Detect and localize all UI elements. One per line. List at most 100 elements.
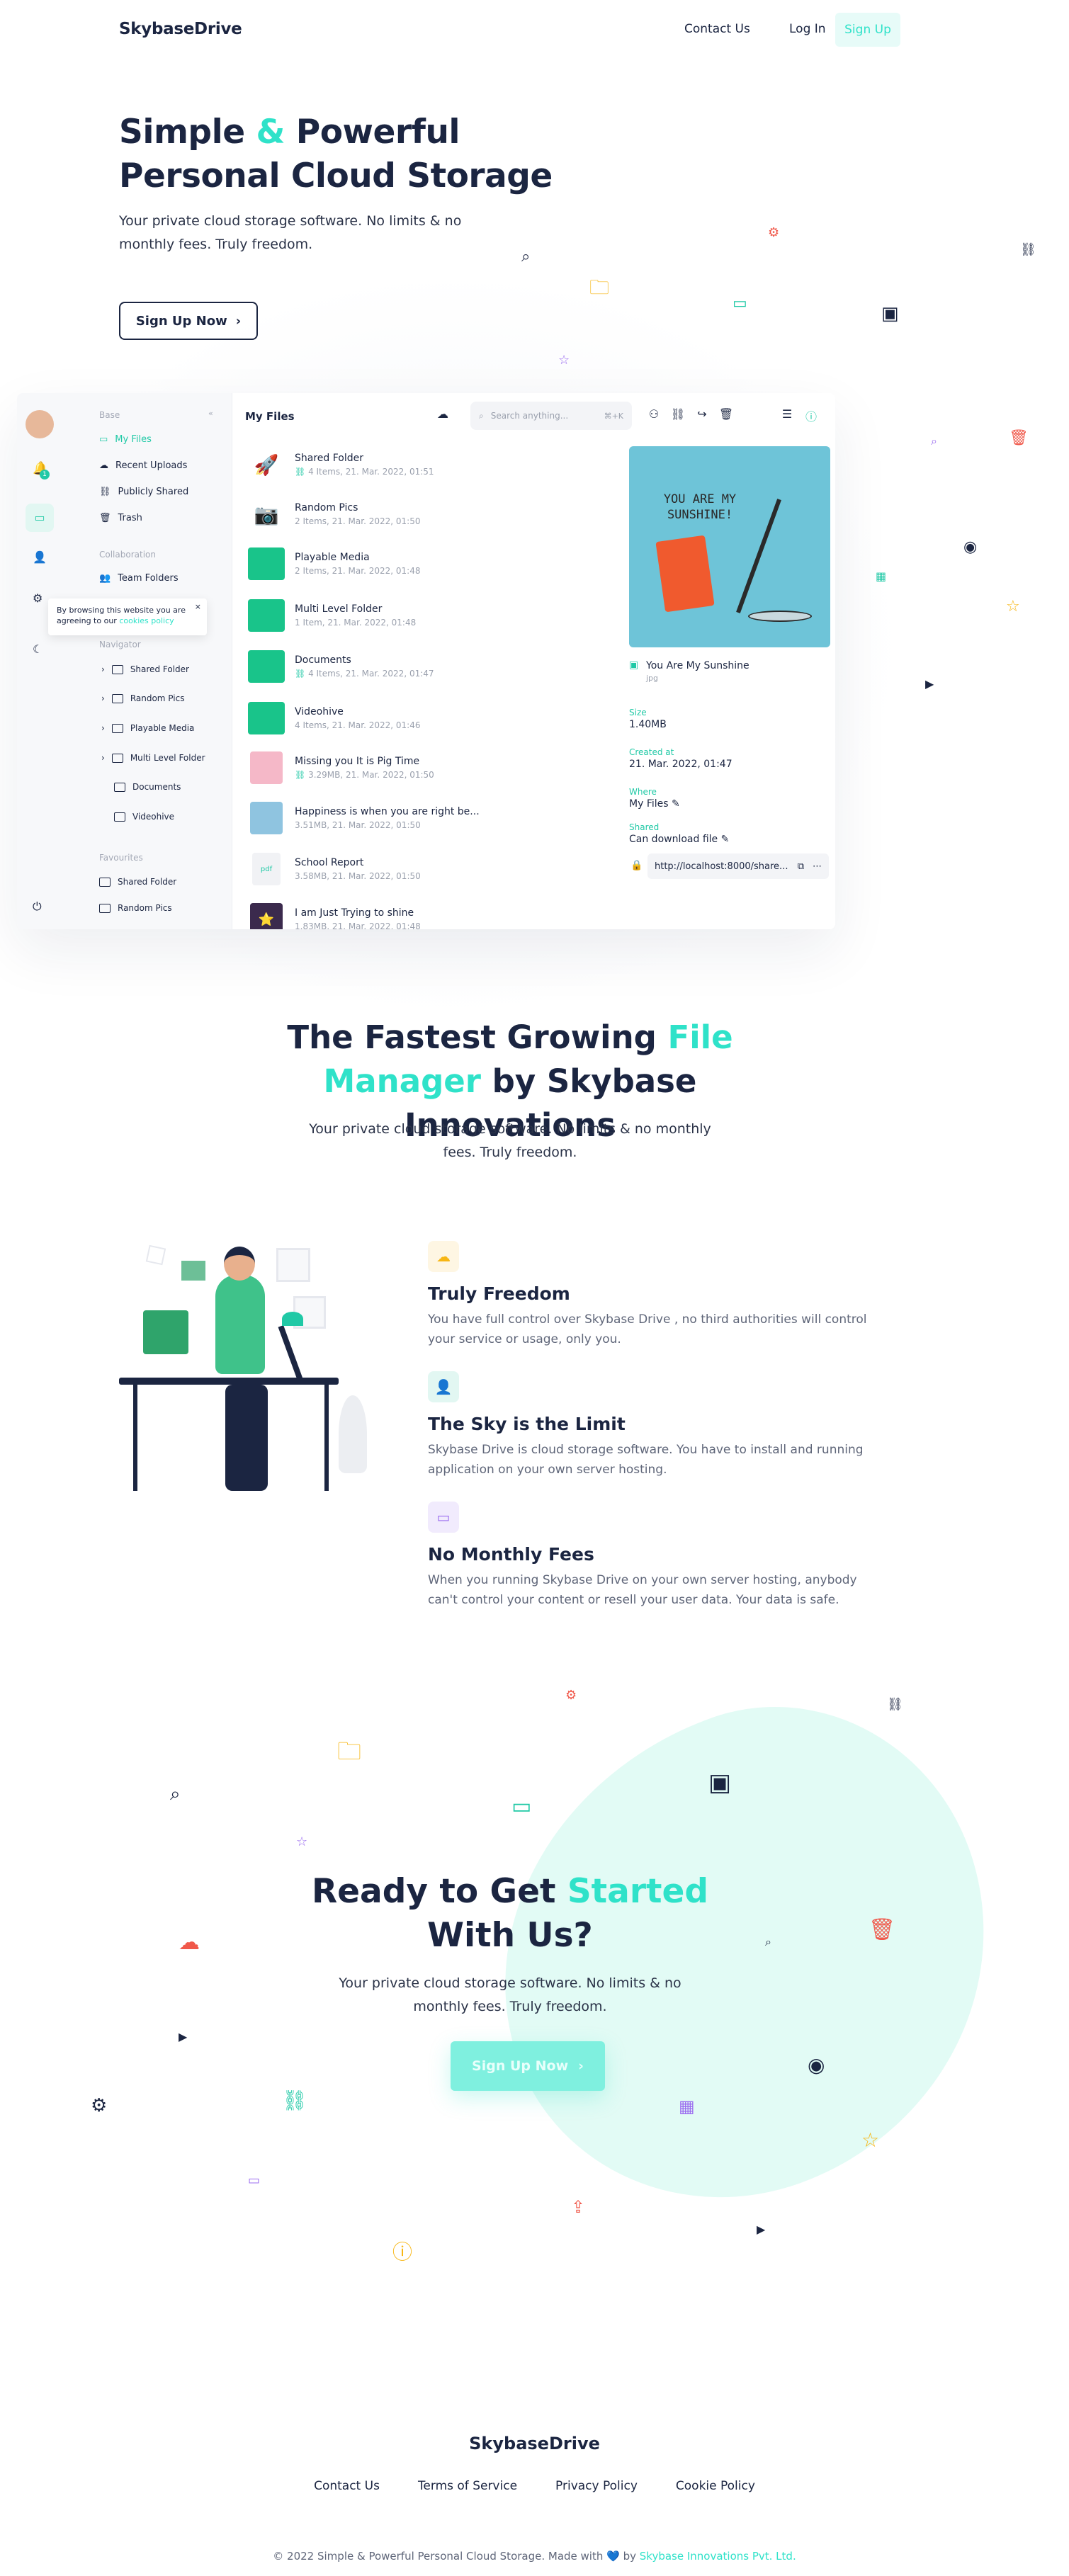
footer-link-terms[interactable]: Terms of Service [418, 2479, 517, 2493]
navigator-item-label: Multi Level Folder [130, 753, 205, 763]
image-thumb-icon [250, 802, 283, 834]
navigator-item[interactable]: › Shared Folder [101, 664, 189, 674]
image-thumb-icon: ⭐ [250, 903, 283, 929]
hero-title-part: Simple [119, 113, 256, 152]
footer-link-privacy[interactable]: Privacy Policy [555, 2479, 638, 2493]
navigator-item[interactable]: › Multi Level Folder [101, 753, 205, 763]
detail-file-ext: jpg [646, 674, 659, 683]
close-icon[interactable]: × [195, 601, 201, 612]
file-meta: 1.83MB, 21. Mar. 2022, 01:48 [295, 921, 421, 929]
heart-icon: 💙 [606, 2550, 620, 2563]
trash-icon: 🗑 [99, 513, 111, 523]
upload-cloud-icon: ☁ [99, 460, 108, 471]
feature-item: ☁ Truly Freedom You have full control ov… [428, 1241, 888, 1349]
gear-icon[interactable]: ⚙ [33, 591, 43, 605]
workspace-illustration [119, 1239, 381, 1494]
hero-signup-label: Sign Up Now [135, 313, 227, 329]
avatar[interactable] [26, 410, 54, 438]
file-meta: 1 Item, 21. Mar. 2022, 01:48 [295, 618, 417, 628]
footer-logo[interactable]: SkybaseDrive [0, 2434, 1069, 2453]
image-icon: ▣ [881, 303, 899, 324]
trash-icon: 🗑 [1009, 429, 1029, 447]
person-head [224, 1247, 255, 1281]
navigator-item[interactable]: Documents [114, 782, 181, 792]
image-icon: ▣ [708, 1769, 732, 1797]
sidebar-item-team-folders[interactable]: 👥 Team Folders [99, 573, 179, 584]
footer-link-contact[interactable]: Contact Us [314, 2479, 380, 2493]
notification-badge: 1 [40, 470, 50, 480]
list-view-icon[interactable]: ☰ [779, 407, 795, 423]
sidebar-section-base: Base [99, 410, 120, 420]
trash-icon[interactable]: 🗑 [718, 407, 734, 423]
favourite-item[interactable]: Shared Folder [99, 877, 176, 887]
cookie-policy-link[interactable]: cookies policy [119, 616, 174, 625]
lamp-base [748, 611, 812, 622]
search-input[interactable]: ⌕ Search anything... ⌘+K [470, 402, 632, 430]
file-row[interactable]: 🚀 Shared Folder ⛓ 4 Items, 21. Mar. 2022, … [248, 445, 434, 484]
link-icon[interactable]: ⛓ [670, 407, 686, 423]
site-logo[interactable]: SkybaseDrive [119, 20, 242, 38]
folder-icon [248, 650, 285, 683]
info-icon[interactable]: ⓘ [803, 407, 819, 424]
navigator-item[interactable]: › Random Pics [101, 693, 184, 703]
detail-where-text: My Files [629, 798, 669, 810]
file-row[interactable]: 📷 Random Pics 2 Items, 21. Mar. 2022, 01:5… [248, 494, 421, 534]
share-link-field[interactable]: http://localhost:8000/share... ⧉ ⋯ [647, 853, 829, 879]
link-icon: ⛓ [99, 487, 111, 497]
user-icon[interactable]: 👤 [33, 550, 47, 564]
navigator-item[interactable]: Videohive [114, 812, 174, 822]
sidebar-item-my-files[interactable]: ▭ My Files [99, 434, 152, 445]
desk-lamp [278, 1325, 303, 1380]
footer-link-cookie[interactable]: Cookie Policy [676, 2479, 755, 2493]
file-name: Playable Media [295, 552, 370, 563]
collapse-icon[interactable]: « [208, 409, 213, 418]
power-icon[interactable]: ⏻ [33, 900, 42, 914]
file-row[interactable]: Documents ⛓ 4 Items, 21. Mar. 2022, 01:47 [248, 647, 434, 686]
file-row[interactable]: Playable Media 2 Items, 21. Mar. 2022, 01… [248, 544, 420, 584]
grid-icon: ▦ [876, 569, 887, 583]
hero-signup-button[interactable]: Sign Up Now › [119, 302, 258, 340]
section3-signup-button[interactable]: Sign Up Now › [451, 2041, 605, 2091]
file-row[interactable]: Missing you It is Pig Time ⛓ 3.29MB, 21. … [248, 748, 434, 788]
file-row[interactable]: Happiness is when you are right be... 3.5… [248, 798, 480, 838]
move-icon[interactable]: ↪ [694, 407, 710, 423]
hard-drive-icon: ▭ [733, 295, 747, 312]
moon-icon[interactable]: ☾ [33, 642, 43, 656]
file-row[interactable]: Videohive 4 Items, 21. Mar. 2022, 01:46 [248, 698, 420, 738]
user-plus-icon[interactable]: ⚇ [646, 407, 662, 423]
hero-subtitle: Your private cloud storage software. No … [119, 213, 462, 252]
trash-icon: 🗑 [869, 1917, 896, 1942]
feature-item: ▭ No Monthly Fees When you running Skyba… [428, 1502, 888, 1610]
upload-cloud-icon[interactable]: ☁ [435, 407, 451, 423]
detail-shared[interactable]: Can download file ✎ [629, 834, 729, 845]
sidebar-item-publicly-shared[interactable]: ⛓ Publicly Shared [99, 487, 188, 497]
sidebar-item-trash[interactable]: 🗑 Trash [99, 513, 142, 523]
eye-icon: ◉ [808, 2053, 825, 2077]
file-row[interactable]: Multi Level Folder 1 Item, 21. Mar. 2022,… [248, 596, 416, 635]
company-link[interactable]: Skybase Innovations Pvt. Ltd. [640, 2550, 796, 2563]
copy-icon[interactable]: ⧉ [798, 861, 804, 872]
file-row[interactable]: ⭐ I am Just Trying to shine 1.83MB, 21. Ma… [248, 900, 421, 929]
file-row[interactable]: pdf School Report 3.58MB, 21. Mar. 2022, 0… [248, 849, 421, 889]
detail-where[interactable]: My Files ✎ [629, 798, 680, 810]
file-name: Shared Folder [295, 453, 364, 464]
nav-contact-link[interactable]: Contact Us [684, 22, 750, 36]
favourite-item-label: Random Pics [118, 903, 172, 913]
detail-size: 1.40MB [629, 719, 667, 730]
more-icon[interactable]: ⋯ [813, 861, 822, 872]
detail-shared-label: Shared [629, 822, 660, 832]
navigator-item[interactable]: › Playable Media [101, 723, 194, 733]
sidebar-item-recent-uploads[interactable]: ☁ Recent Uploads [99, 460, 187, 471]
nav-signup-button[interactable]: Sign Up [835, 13, 900, 47]
navigator-item-label: Documents [132, 782, 181, 792]
file-meta: 3.58MB, 21. Mar. 2022, 01:50 [295, 871, 421, 881]
hard-drive-icon[interactable]: ▭ [26, 504, 54, 532]
favourite-item[interactable]: Random Pics [99, 903, 172, 913]
nav-login-link[interactable]: Log In [789, 22, 826, 36]
plant [339, 1395, 367, 1473]
file-meta: ⛓ 4 Items, 21. Mar. 2022, 01:47 [295, 669, 434, 679]
chevron-right-icon: › [101, 693, 105, 703]
folder-icon [248, 702, 285, 734]
feature-description: Skybase Drive is cloud storage software.… [428, 1443, 864, 1477]
footer-links: Contact Us Terms of Service Privacy Poli… [0, 2479, 1069, 2493]
